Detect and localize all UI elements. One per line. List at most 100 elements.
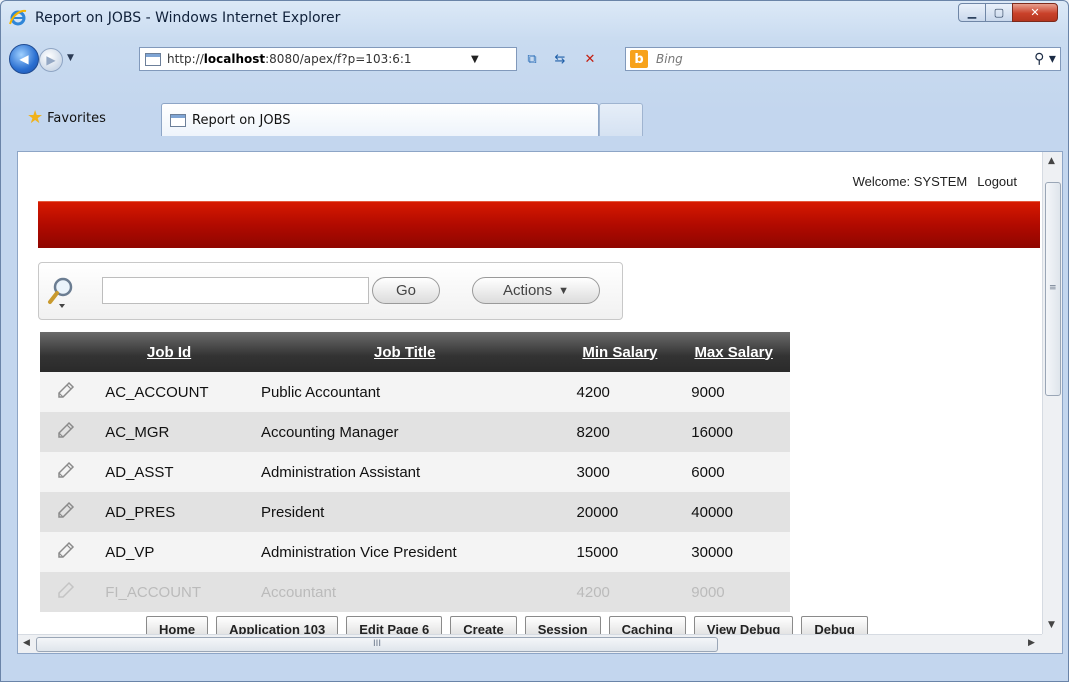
- pencil-edit-icon: [57, 421, 74, 438]
- scroll-down-arrow-icon[interactable]: ▼: [1048, 620, 1055, 630]
- actions-menu-button[interactable]: Actions ▼: [472, 277, 600, 304]
- favorites-bar: ★ Favorites Report on JOBS: [1, 103, 1068, 136]
- header-job-id[interactable]: Job Id: [91, 332, 247, 372]
- cell-job-title: Administration Vice President: [246, 532, 563, 572]
- scroll-right-arrow-icon[interactable]: ▶: [1028, 638, 1035, 648]
- cell-max-salary: 30000: [677, 532, 790, 572]
- cell-job-title: Accounting Manager: [246, 412, 563, 452]
- address-url[interactable]: http://localhost:8080/apex/f?p=103:6:1: [167, 52, 467, 66]
- cell-min-salary: 4200: [562, 372, 678, 412]
- report-search-input[interactable]: [102, 277, 369, 304]
- minimize-button[interactable]: ▁: [958, 3, 986, 22]
- header-min-salary[interactable]: Min Salary: [562, 332, 678, 372]
- table-header-row: Job Id Job Title Min Salary Max Salary: [40, 332, 790, 372]
- go-label: Go: [395, 282, 416, 299]
- header-job-title[interactable]: Job Title: [246, 332, 563, 372]
- tab-report-on-jobs[interactable]: Report on JOBS: [161, 103, 599, 136]
- close-icon: ✕: [1030, 6, 1040, 19]
- edit-link[interactable]: [40, 572, 92, 612]
- history-dropdown-icon[interactable]: ▼: [67, 53, 77, 63]
- scroll-up-arrow-icon[interactable]: ▲: [1048, 156, 1055, 166]
- back-arrow-icon: ◀: [19, 52, 29, 66]
- forward-button[interactable]: ▶: [39, 48, 63, 72]
- title-bar: Report on JOBS - Windows Internet Explor…: [1, 1, 1068, 35]
- header-banner: [38, 201, 1040, 248]
- compatibility-view-icon[interactable]: ⧉: [521, 49, 543, 69]
- cell-job-id: AC_MGR: [91, 412, 247, 452]
- horizontal-scroll-thumb[interactable]: III: [36, 637, 718, 652]
- report-search-panel: Go Actions ▼: [38, 262, 623, 320]
- cell-job-id: FI_ACCOUNT: [91, 572, 247, 612]
- cell-job-id: AD_PRES: [91, 492, 247, 532]
- favorites-label: Favorites: [47, 110, 106, 126]
- internet-explorer-icon: [9, 9, 27, 26]
- edit-column-header: [40, 332, 92, 372]
- new-tab-button[interactable]: [599, 103, 643, 136]
- actions-label: Actions: [502, 282, 553, 299]
- table-row: AC_ACCOUNT Public Accountant 4200 9000: [40, 372, 790, 412]
- jobs-table: Job Id Job Title Min Salary Max Salary A…: [40, 332, 790, 612]
- cell-max-salary: 9000: [677, 372, 790, 412]
- edit-link[interactable]: [40, 532, 92, 572]
- browser-window: Report on JOBS - Windows Internet Explor…: [0, 0, 1069, 682]
- cell-max-salary: 6000: [677, 452, 790, 492]
- cell-job-title: President: [246, 492, 563, 532]
- page-icon: [145, 52, 161, 66]
- edit-link[interactable]: [40, 492, 92, 532]
- table-row: AC_MGR Accounting Manager 8200 16000: [40, 412, 790, 452]
- cell-max-salary: 40000: [677, 492, 790, 532]
- edit-link[interactable]: [40, 372, 92, 412]
- user-bar: Welcome: SYSTEM Logout: [843, 174, 1017, 189]
- address-dropdown-icon[interactable]: ▼: [471, 54, 479, 65]
- scroll-left-arrow-icon[interactable]: ◀: [23, 638, 30, 648]
- pencil-edit-icon: [57, 461, 74, 478]
- cell-min-salary: 4200: [562, 572, 678, 612]
- cell-min-salary: 15000: [562, 532, 678, 572]
- table-row: AD_VP Administration Vice President 1500…: [40, 532, 790, 572]
- table-row: AD_PRES President 20000 40000: [40, 492, 790, 532]
- star-icon: ★: [27, 107, 44, 128]
- tab-label: Report on JOBS: [192, 112, 291, 128]
- search-placeholder[interactable]: Bing: [656, 52, 1030, 66]
- cell-job-title: Accountant: [246, 572, 563, 612]
- table-row: AD_ASST Administration Assistant 3000 60…: [40, 452, 790, 492]
- favorites-button[interactable]: ★ Favorites: [27, 109, 106, 127]
- maximize-icon: ▢: [993, 6, 1005, 19]
- address-bar[interactable]: http://localhost:8080/apex/f?p=103:6:1 ▼: [139, 47, 517, 71]
- cell-min-salary: 8200: [562, 412, 678, 452]
- cell-min-salary: 3000: [562, 452, 678, 492]
- edit-link[interactable]: [40, 412, 92, 452]
- edit-link[interactable]: [40, 452, 92, 492]
- pencil-edit-icon: [57, 501, 74, 518]
- search-box[interactable]: b Bing ⚲ ▾: [625, 47, 1061, 71]
- close-button[interactable]: ✕: [1012, 3, 1058, 22]
- cell-job-title: Administration Assistant: [246, 452, 563, 492]
- refresh-icon[interactable]: ⇆: [549, 49, 571, 69]
- cell-max-salary: 9000: [677, 572, 790, 612]
- status-bar: [1, 656, 1068, 681]
- go-button[interactable]: Go: [372, 277, 440, 304]
- back-button[interactable]: ◀: [9, 44, 39, 74]
- vertical-scrollbar[interactable]: ▲ ≡ ▼: [1042, 152, 1062, 636]
- grip-icon: ≡: [1049, 283, 1057, 293]
- cell-job-id: AC_ACCOUNT: [91, 372, 247, 412]
- vertical-scroll-thumb[interactable]: ≡: [1045, 182, 1061, 396]
- cell-max-salary: 16000: [677, 412, 790, 452]
- page-viewport: Welcome: SYSTEM Logout Go Actions ▼ Job …: [17, 151, 1063, 654]
- stop-icon[interactable]: ✕: [579, 49, 601, 69]
- search-icon[interactable]: ⚲ ▾: [1030, 51, 1060, 67]
- bing-logo-icon: b: [630, 50, 648, 68]
- header-max-salary[interactable]: Max Salary: [677, 332, 790, 372]
- maximize-button[interactable]: ▢: [985, 3, 1013, 22]
- pencil-edit-icon: [57, 581, 74, 598]
- pencil-edit-icon: [57, 381, 74, 398]
- horizontal-scrollbar[interactable]: ◀ III ▶: [18, 634, 1043, 653]
- logout-link[interactable]: Logout: [977, 174, 1017, 189]
- magnifier-icon[interactable]: [47, 275, 81, 309]
- cell-job-id: AD_VP: [91, 532, 247, 572]
- window-controls: ▁ ▢ ✕: [958, 3, 1058, 22]
- cell-min-salary: 20000: [562, 492, 678, 532]
- pencil-edit-icon: [57, 541, 74, 558]
- cell-job-title: Public Accountant: [246, 372, 563, 412]
- table-row: FI_ACCOUNT Accountant 4200 9000: [40, 572, 790, 612]
